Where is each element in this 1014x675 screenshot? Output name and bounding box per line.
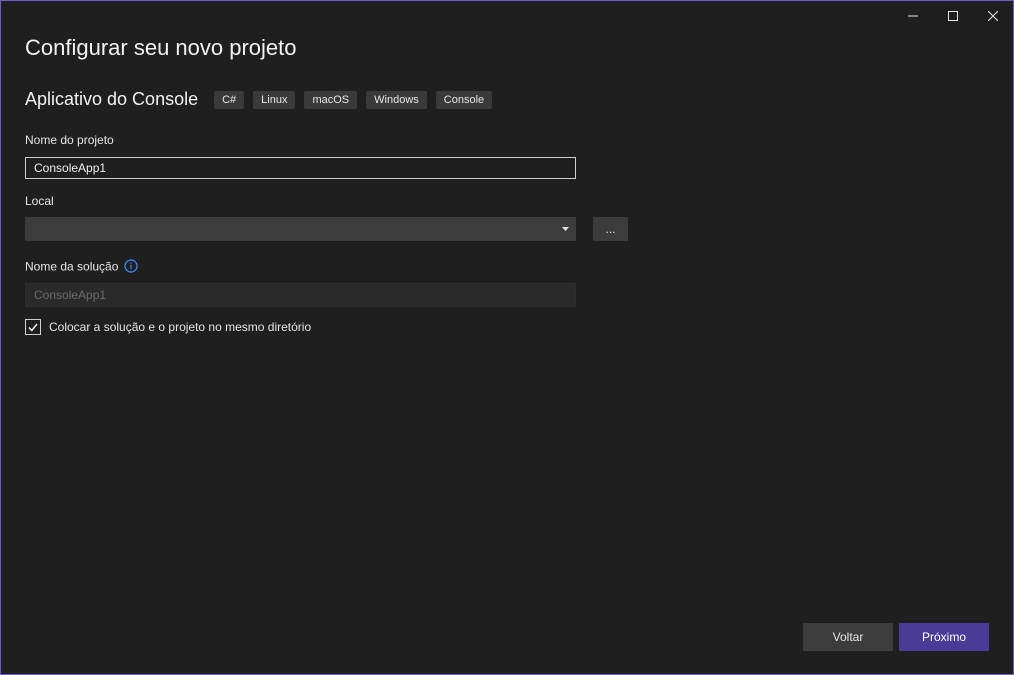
window-controls (893, 1, 1013, 31)
info-icon[interactable] (124, 259, 138, 276)
configure-project-window: Configurar seu novo projeto Aplicativo d… (0, 0, 1014, 675)
solution-name-input: ConsoleApp1 (25, 283, 576, 307)
browse-button[interactable]: ... (593, 217, 628, 241)
location-label: Local (25, 194, 54, 208)
same-directory-label[interactable]: Colocar a solução e o projeto no mesmo d… (49, 320, 311, 334)
maximize-button[interactable] (933, 1, 973, 31)
location-select[interactable] (25, 217, 576, 241)
solution-name-label-row: Nome da solução (25, 259, 138, 276)
next-button[interactable]: Próximo (899, 623, 989, 651)
tag-csharp: C# (214, 90, 245, 109)
close-button[interactable] (973, 1, 1013, 31)
solution-name-label: Nome da solução (25, 259, 119, 274)
page-title: Configurar seu novo projeto (25, 35, 297, 60)
solution-name-value: ConsoleApp1 (34, 288, 107, 302)
template-name: Aplicativo do Console (25, 89, 199, 109)
same-directory-checkbox[interactable] (25, 319, 41, 335)
tag-console: Console (435, 90, 493, 109)
close-icon (988, 11, 998, 21)
template-info: Aplicativo do Console C# Linux macOS Win… (25, 89, 501, 110)
back-button[interactable]: Voltar (803, 623, 893, 651)
checkmark-icon (28, 323, 38, 332)
same-directory-option: Colocar a solução e o projeto no mesmo d… (25, 319, 311, 335)
project-name-input[interactable] (25, 157, 576, 179)
tag-macos: macOS (304, 90, 358, 109)
tag-windows: Windows (366, 90, 427, 109)
minimize-icon (908, 15, 918, 17)
minimize-button[interactable] (893, 1, 933, 31)
maximize-icon (948, 11, 958, 21)
tag-linux: Linux (253, 90, 296, 109)
project-name-label: Nome do projeto (25, 133, 114, 147)
dropdown-arrow-icon (562, 227, 569, 231)
